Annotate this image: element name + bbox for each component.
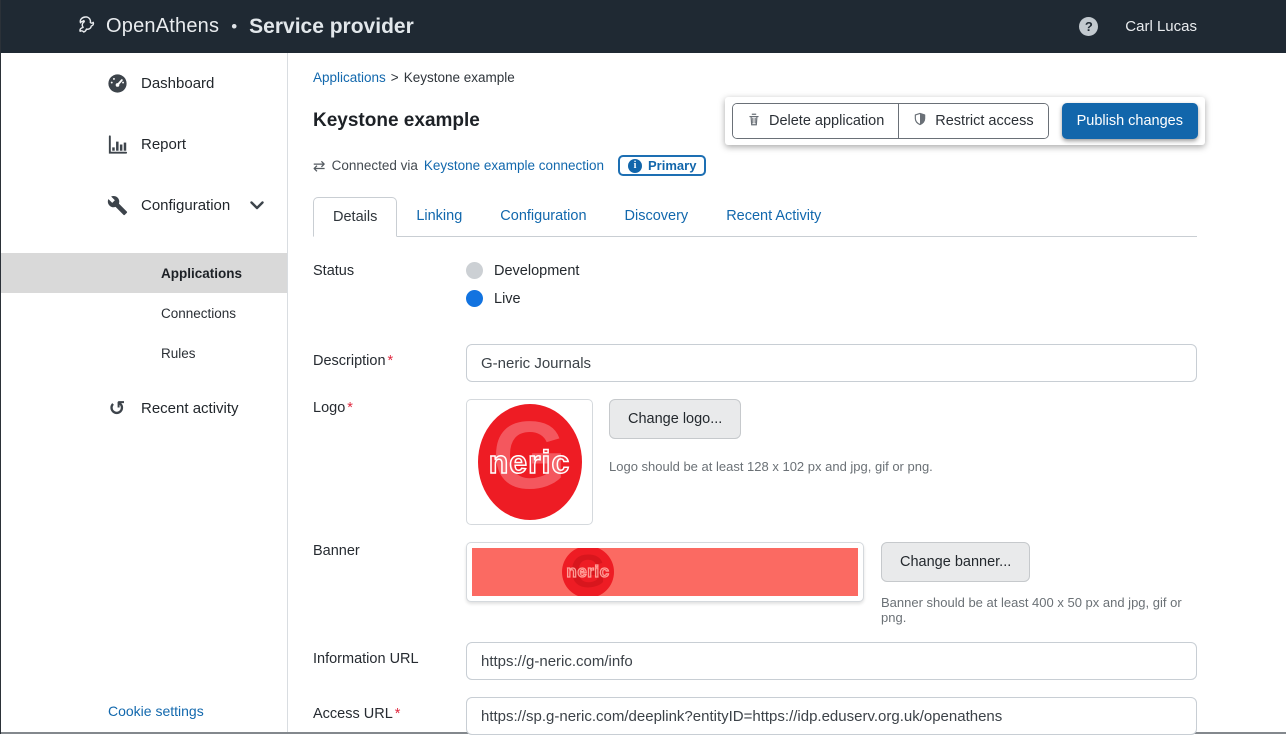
sidebar-item-rules[interactable]: Rules: [1, 333, 287, 373]
help-icon[interactable]: ?: [1079, 17, 1098, 36]
sidebar-item-label: Recent activity: [141, 400, 239, 417]
button-group: Delete application Restrict access: [732, 103, 1049, 139]
brand-name: OpenAthens: [106, 15, 219, 38]
information-url-input[interactable]: [466, 642, 1197, 680]
openathens-logo-icon: [73, 13, 97, 40]
tab-bar: Details Linking Configuration Discovery …: [313, 197, 1197, 237]
sidebar-item-label: Dashboard: [141, 75, 214, 92]
banner-word: neric: [566, 562, 609, 582]
change-logo-button[interactable]: Change logo...: [609, 399, 741, 439]
product-name: Service provider: [249, 15, 414, 39]
shield-icon: [913, 111, 927, 131]
radio-live-dot[interactable]: [466, 290, 483, 307]
logo-preview: G neric: [466, 399, 593, 525]
description-label: Description*: [313, 344, 466, 369]
sidebar: Dashboard Report Configuration: [1, 53, 288, 732]
status-field-row: Status Development Live: [313, 262, 1197, 318]
bar-chart-icon: [105, 133, 129, 156]
change-banner-button[interactable]: Change banner...: [881, 542, 1030, 582]
breadcrumb-separator: >: [391, 70, 399, 85]
user-menu[interactable]: Carl Lucas: [1125, 18, 1197, 35]
logo-label: Logo*: [313, 399, 466, 416]
info-icon[interactable]: i: [628, 159, 642, 173]
sidebar-item-dashboard[interactable]: Dashboard: [1, 70, 287, 96]
radio-live[interactable]: Live: [466, 290, 1197, 307]
brand: OpenAthens • Service provider: [73, 13, 414, 40]
tab-configuration[interactable]: Configuration: [481, 197, 605, 237]
required-marker: *: [388, 353, 394, 369]
history-icon: ↺: [105, 398, 129, 418]
required-marker: *: [395, 706, 401, 722]
breadcrumb-current: Keystone example: [404, 70, 515, 85]
details-form: Status Development Live Description*: [313, 237, 1197, 735]
sidebar-item-connections[interactable]: Connections: [1, 293, 287, 333]
sidebar-item-label: Configuration: [141, 197, 230, 214]
primary-badge: i Primary: [618, 155, 706, 176]
tab-details[interactable]: Details: [313, 197, 397, 237]
trash-icon: [747, 112, 761, 131]
sidebar-item-report[interactable]: Report: [1, 131, 287, 157]
sidebar-item-label: Report: [141, 136, 186, 153]
gneric-logo-image: G neric: [478, 404, 582, 520]
actions-panel: Delete application Restrict access Publi…: [725, 97, 1205, 145]
sidebar-item-applications[interactable]: Applications: [1, 253, 287, 293]
tab-linking[interactable]: Linking: [397, 197, 481, 237]
button-label: Delete application: [769, 113, 884, 129]
access-url-input[interactable]: [466, 697, 1197, 735]
connected-prefix: Connected via: [332, 158, 418, 173]
exchange-arrows-icon: ⇄: [313, 157, 326, 175]
tab-discovery[interactable]: Discovery: [606, 197, 708, 237]
button-label: Restrict access: [935, 113, 1033, 129]
radio-live-label: Live: [494, 291, 521, 307]
sidebar-item-recent-activity[interactable]: ↺ Recent activity: [1, 395, 287, 421]
sub-item-label: Rules: [161, 346, 196, 361]
restrict-access-button[interactable]: Restrict access: [898, 104, 1047, 138]
gneric-banner-image: G neric: [472, 548, 858, 596]
banner-preview: G neric: [466, 542, 864, 602]
brand-separator: •: [231, 17, 237, 37]
sub-item-label: Connections: [161, 306, 236, 321]
banner-helper-text: Banner should be at least 400 x 50 px an…: [881, 595, 1197, 625]
app-header: OpenAthens • Service provider ? Carl Luc…: [1, 0, 1286, 53]
banner-field-row: Banner G neric Change banne: [313, 542, 1197, 625]
logo-field-row: Logo* G neric Change logo... Logo should…: [313, 399, 1197, 525]
logo-helper-text: Logo should be at least 128 x 102 px and…: [609, 459, 933, 474]
logo-word: neric: [489, 444, 570, 481]
information-url-label: Information URL: [313, 642, 466, 667]
main-content: Applications > Keystone example Keystone e…: [288, 53, 1286, 732]
description-input[interactable]: [466, 344, 1197, 382]
page-title: Keystone example: [313, 110, 480, 132]
dashboard-gauge-icon: [105, 72, 129, 95]
information-url-field-row: Information URL: [313, 642, 1197, 680]
publish-changes-button[interactable]: Publish changes: [1062, 103, 1198, 139]
breadcrumb: Applications > Keystone example: [313, 70, 1197, 85]
banner-label: Banner: [313, 542, 466, 559]
sidebar-item-configuration[interactable]: Configuration: [1, 192, 287, 218]
sub-item-label: Applications: [161, 266, 242, 281]
breadcrumb-applications-link[interactable]: Applications: [313, 70, 386, 85]
tab-recent-activity[interactable]: Recent Activity: [707, 197, 840, 237]
delete-application-button[interactable]: Delete application: [733, 104, 898, 138]
radio-development-dot[interactable]: [466, 262, 483, 279]
primary-badge-label: Primary: [648, 158, 696, 173]
radio-development[interactable]: Development: [466, 262, 1197, 279]
radio-development-label: Development: [494, 263, 579, 279]
chevron-down-icon: [250, 197, 264, 214]
access-url-label: Access URL*: [313, 697, 466, 722]
wrench-icon: [105, 195, 129, 216]
description-field-row: Description*: [313, 344, 1197, 382]
required-marker: *: [347, 400, 353, 416]
status-label: Status: [313, 262, 466, 279]
connection-link[interactable]: Keystone example connection: [424, 158, 604, 173]
access-url-field-row: Access URL*: [313, 697, 1197, 735]
cookie-settings-link[interactable]: Cookie settings: [108, 703, 204, 719]
connection-status: ⇄ Connected via Keystone example connect…: [313, 155, 1197, 176]
